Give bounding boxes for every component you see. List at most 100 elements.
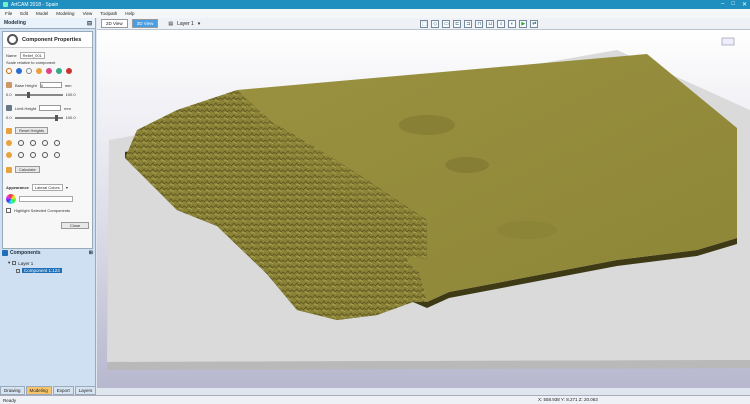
front-view-icon[interactable]: ⊏ [453,19,462,28]
combine-low-icon[interactable] [46,68,52,74]
color-wheel-icon[interactable] [6,194,16,204]
tab-layers[interactable]: Layers [74,386,97,395]
tree-component[interactable]: Component 1:123 [16,268,62,273]
view-cube[interactable] [721,37,735,46]
base-height-label: Base Height [15,82,37,88]
fit-view-icon[interactable]: ⬚ [420,19,429,28]
layer-select[interactable]: Layer 1 [177,21,194,27]
tool-smooth-icon[interactable] [18,152,24,158]
component-properties: Component Properties Name Relief_001 Sca… [2,31,93,249]
combine-add-icon[interactable] [6,68,12,74]
app-icon [3,2,8,7]
name-label: Name [6,53,17,58]
tools-row-1 [6,140,60,146]
components-panel: Components ⊞ ▾ Layer 1 Component 1:123 [2,250,93,400]
close-button[interactable]: Close [61,222,90,229]
layer-chevron-icon[interactable]: ▾ [198,21,201,27]
menu-help[interactable]: Help [125,11,134,16]
menu-model[interactable]: Model [36,11,48,16]
title-bar: ArtCAM 2018 - Spain – □ ✕ [0,0,750,9]
combine-subtract-icon[interactable] [26,68,32,74]
tool-invert-icon[interactable] [42,152,48,158]
expand-icon[interactable]: ▾ [8,260,10,266]
tool-angle-icon[interactable] [18,140,24,146]
view-toolbar: 2D View 3D View ▤ Layer 1 ▾ ⬚ ◇ ▭ ⊏ ⊐ ⊓ … [97,18,750,30]
top-view-icon[interactable]: ▭ [442,19,451,28]
zoom-icon[interactable]: ⌕ [497,19,506,28]
appearance-select[interactable]: Lateral Colors [31,184,63,191]
shade-icon[interactable]: ◐ [508,19,517,28]
reset-row: Reset Heights [6,127,49,134]
color-dropdown[interactable] [19,196,73,202]
slider2-value: 100.0 [65,115,76,120]
window-title: ArtCAM 2018 - Spain [11,1,59,8]
tool-tilt-icon[interactable] [30,140,36,146]
component-checkbox[interactable] [16,268,20,273]
side-view-icon[interactable]: ⊐ [464,19,473,28]
menu-view[interactable]: View [83,11,93,16]
name-row: Name Relief_001 [6,52,45,59]
calculate-icon [6,166,12,173]
combine-high-icon[interactable] [36,68,42,74]
menu-edit[interactable]: Edit [20,11,28,16]
tool-scale-icon[interactable] [6,152,12,158]
tool-dome-icon[interactable] [6,140,12,146]
limit-height-slider[interactable] [14,114,63,121]
scale-label: Scale relative to component [6,60,56,65]
combine-zero-icon[interactable] [66,68,72,74]
limit-height-field[interactable] [39,105,62,111]
plains-hill-1 [399,115,455,135]
component-label: Component 1:123 [22,268,62,273]
calculate-row: Calculate [6,166,40,173]
magnifier-icon [7,34,18,45]
reset-heights-button[interactable]: Reset Heights [15,127,49,134]
appearance-label: Appearance [6,185,29,190]
reset-icon [6,127,12,134]
tool-offset-icon[interactable] [30,152,36,158]
calculate-button[interactable]: Calculate [15,166,40,173]
tab-export[interactable]: Export [52,386,74,395]
menu-modeling[interactable]: Modeling [56,11,74,16]
slider-knob[interactable] [54,114,58,121]
3d-viewport[interactable] [97,30,750,388]
iso-view-icon[interactable]: ◇ [431,19,440,28]
base-height-field[interactable]: 0 [39,82,62,88]
close-icon[interactable]: ✕ [742,1,747,8]
tool-fade-icon[interactable] [42,140,48,146]
toggle-icon[interactable]: ⇄ [530,19,539,28]
menu-toolpath[interactable]: Toolpath [100,11,117,16]
add-component-icon[interactable]: ⊞ [89,250,93,256]
layer-checkbox[interactable] [12,261,17,265]
pin-icon[interactable]: ⊟ [87,20,92,27]
name-value[interactable]: Relief_001 [19,52,45,59]
panel-header: Modeling ⊟ [0,18,95,29]
limit-height-label: Limit Height [15,105,37,111]
play-icon[interactable]: ▶ [519,19,528,28]
layers-icon[interactable]: ▤ [168,21,173,27]
close-row: Close [61,222,90,229]
chevron-down-icon[interactable]: ▾ [66,185,68,190]
status-text: Ready [3,397,17,403]
tab-modeling[interactable]: Modeling [25,386,52,395]
menu-file[interactable]: File [5,11,12,16]
bottom-view-icon[interactable]: ⊔ [486,19,495,28]
back-view-icon[interactable]: ⊓ [475,19,484,28]
tab-3d-view[interactable]: 3D View [131,19,159,28]
maximize-icon[interactable]: □ [731,1,735,8]
slider-knob[interactable] [26,91,30,98]
base-height-row: Base Height 0 mm [6,82,71,88]
combine-merge-icon[interactable] [16,68,22,74]
base-height-slider[interactable] [14,91,63,98]
tool-flip-icon[interactable] [54,140,60,146]
left-panel: Modeling ⊟ Component Properties Name Rel… [0,18,96,386]
tree-layer[interactable]: ▾ Layer 1 [8,260,33,266]
panel-title: Modeling [4,20,26,26]
properties-header: Component Properties [3,32,92,48]
tool-bake-icon[interactable] [54,152,60,158]
highlight-checkbox[interactable] [6,208,11,213]
tab-drawing[interactable]: Drawing [0,386,25,395]
combine-multiply-icon[interactable] [56,68,62,74]
base-height-unit: mm [64,82,72,88]
minimize-icon[interactable]: – [721,1,724,8]
tab-2d-view[interactable]: 2D View [101,19,128,28]
